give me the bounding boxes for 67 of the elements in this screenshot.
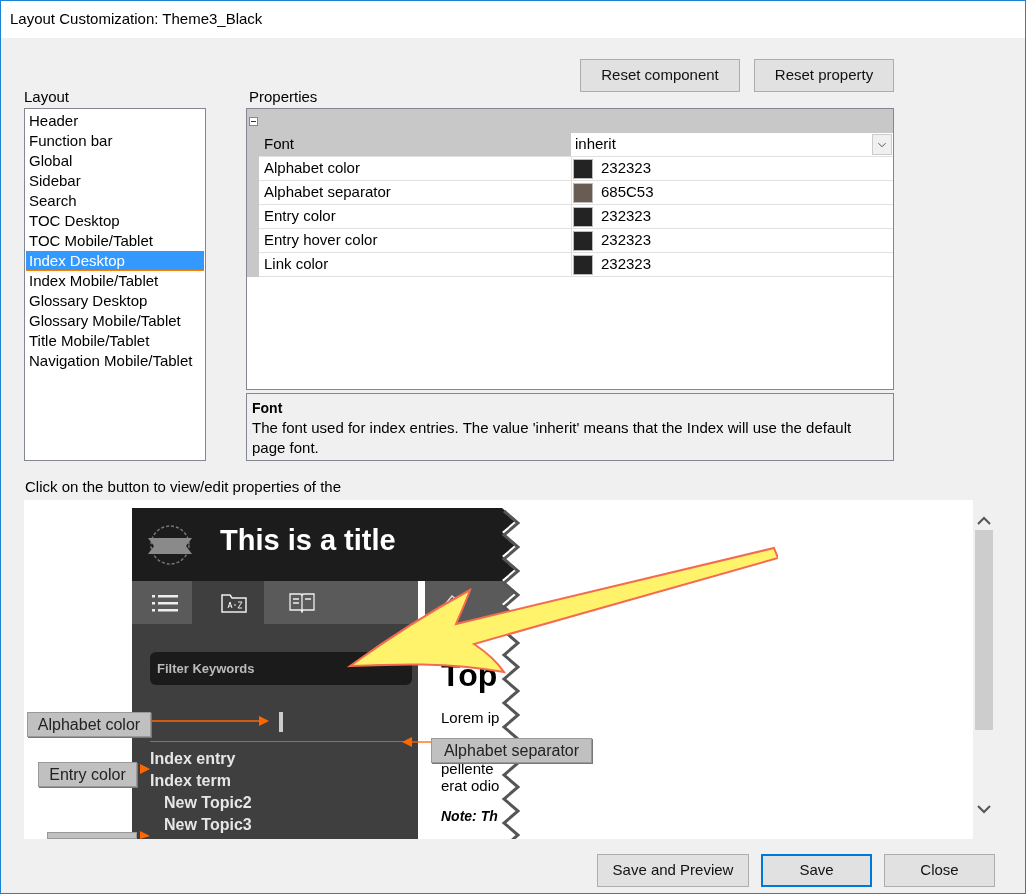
description-text: The font used for index entries. The value 'inherit' means that the Index will use the default page font. xyxy=(252,418,853,458)
list-item[interactable]: Function bar xyxy=(26,131,204,151)
app-tab[interactable] xyxy=(192,581,264,624)
color-swatch[interactable] xyxy=(573,254,593,275)
section-label: Properties xyxy=(248,88,319,107)
dialog-button[interactable]: Close xyxy=(884,854,995,887)
index-entry[interactable]: Index term xyxy=(150,770,252,792)
property-name[interactable]: Alphabet color xyxy=(259,157,571,181)
body-text: erat odio xyxy=(441,777,501,794)
callout-label[interactable]: Alphabet color xyxy=(27,712,151,737)
color-swatch[interactable] xyxy=(573,158,593,179)
book-icon xyxy=(289,592,315,613)
property-name[interactable]: Alphabet separator xyxy=(259,181,571,205)
list-item[interactable]: Title Mobile/Tablet xyxy=(26,331,204,351)
list-item[interactable]: TOC Desktop xyxy=(26,211,204,231)
preview-caption: Click on the button to view/edit properties of the xyxy=(24,478,342,496)
list-item[interactable]: Sidebar xyxy=(26,171,204,191)
list-item[interactable]: Search xyxy=(26,191,204,211)
filter-field[interactable]: Filter Keywords xyxy=(150,652,412,685)
color-value: 232323 xyxy=(601,230,652,251)
index-entry[interactable]: Index entry xyxy=(150,748,252,770)
list-item[interactable]: Header xyxy=(26,111,204,131)
collapse-icon[interactable] xyxy=(249,116,258,126)
color-value: 232323 xyxy=(601,158,652,179)
list-item[interactable]: Glossary Desktop xyxy=(26,291,204,311)
list-item[interactable]: Global xyxy=(26,151,204,171)
list-item[interactable]: Glossary Mobile/Tablet xyxy=(26,311,204,331)
callout-label[interactable]: Entry color xyxy=(38,762,137,787)
index-subentry[interactable]: New Topic2 xyxy=(150,792,252,814)
alphabet-marker xyxy=(279,712,283,732)
color-value: 232323 xyxy=(601,206,652,227)
scroll-thumb[interactable] xyxy=(975,530,993,730)
folder-icon xyxy=(221,592,247,613)
default-button[interactable]: Save xyxy=(761,854,872,887)
property-name[interactable]: Entry hover color xyxy=(259,229,571,253)
list-item[interactable]: Index Mobile/Tablet xyxy=(26,271,204,291)
font-dropdown[interactable]: inherit xyxy=(571,133,893,157)
color-value: 232323 xyxy=(601,254,652,275)
color-swatch[interactable] xyxy=(573,182,593,203)
window-title: Layout Customization: Theme3_Black xyxy=(10,9,263,30)
app-tab[interactable] xyxy=(264,581,418,624)
color-swatch[interactable] xyxy=(573,230,593,251)
section-label: Layout xyxy=(24,88,71,107)
color-swatch[interactable] xyxy=(573,206,593,227)
app-title: This is a title xyxy=(220,526,396,555)
list-icon xyxy=(152,592,178,613)
scroll-up-icon[interactable] xyxy=(977,516,991,525)
app-tab[interactable] xyxy=(132,581,192,624)
leader-arrow xyxy=(402,737,431,747)
scroll-down-icon[interactable] xyxy=(977,805,991,814)
list-item[interactable]: TOC Mobile/Tablet xyxy=(26,231,204,251)
color-value: 685C53 xyxy=(601,182,654,203)
description-title: Font xyxy=(252,399,284,418)
leader-arrow xyxy=(137,831,150,839)
property-name[interactable]: Entry color xyxy=(259,205,571,229)
dialog-button[interactable]: Save and Preview xyxy=(597,854,749,887)
list-item[interactable]: Navigation Mobile/Tablet xyxy=(26,351,204,371)
body-text: Lorem ip xyxy=(441,709,501,726)
leader-arrow xyxy=(137,764,150,774)
callout-label[interactable]: Alphabet separator xyxy=(431,738,592,763)
property-name[interactable]: Link color xyxy=(259,253,571,277)
note-text: Note: Th xyxy=(441,808,499,825)
dialog-button[interactable]: Reset property xyxy=(754,59,894,92)
dialog-button[interactable]: Reset component xyxy=(580,59,740,92)
index-subentry[interactable]: New Topic3 xyxy=(150,814,252,836)
body-text: pellente xyxy=(441,760,495,777)
logo-icon xyxy=(148,524,192,566)
